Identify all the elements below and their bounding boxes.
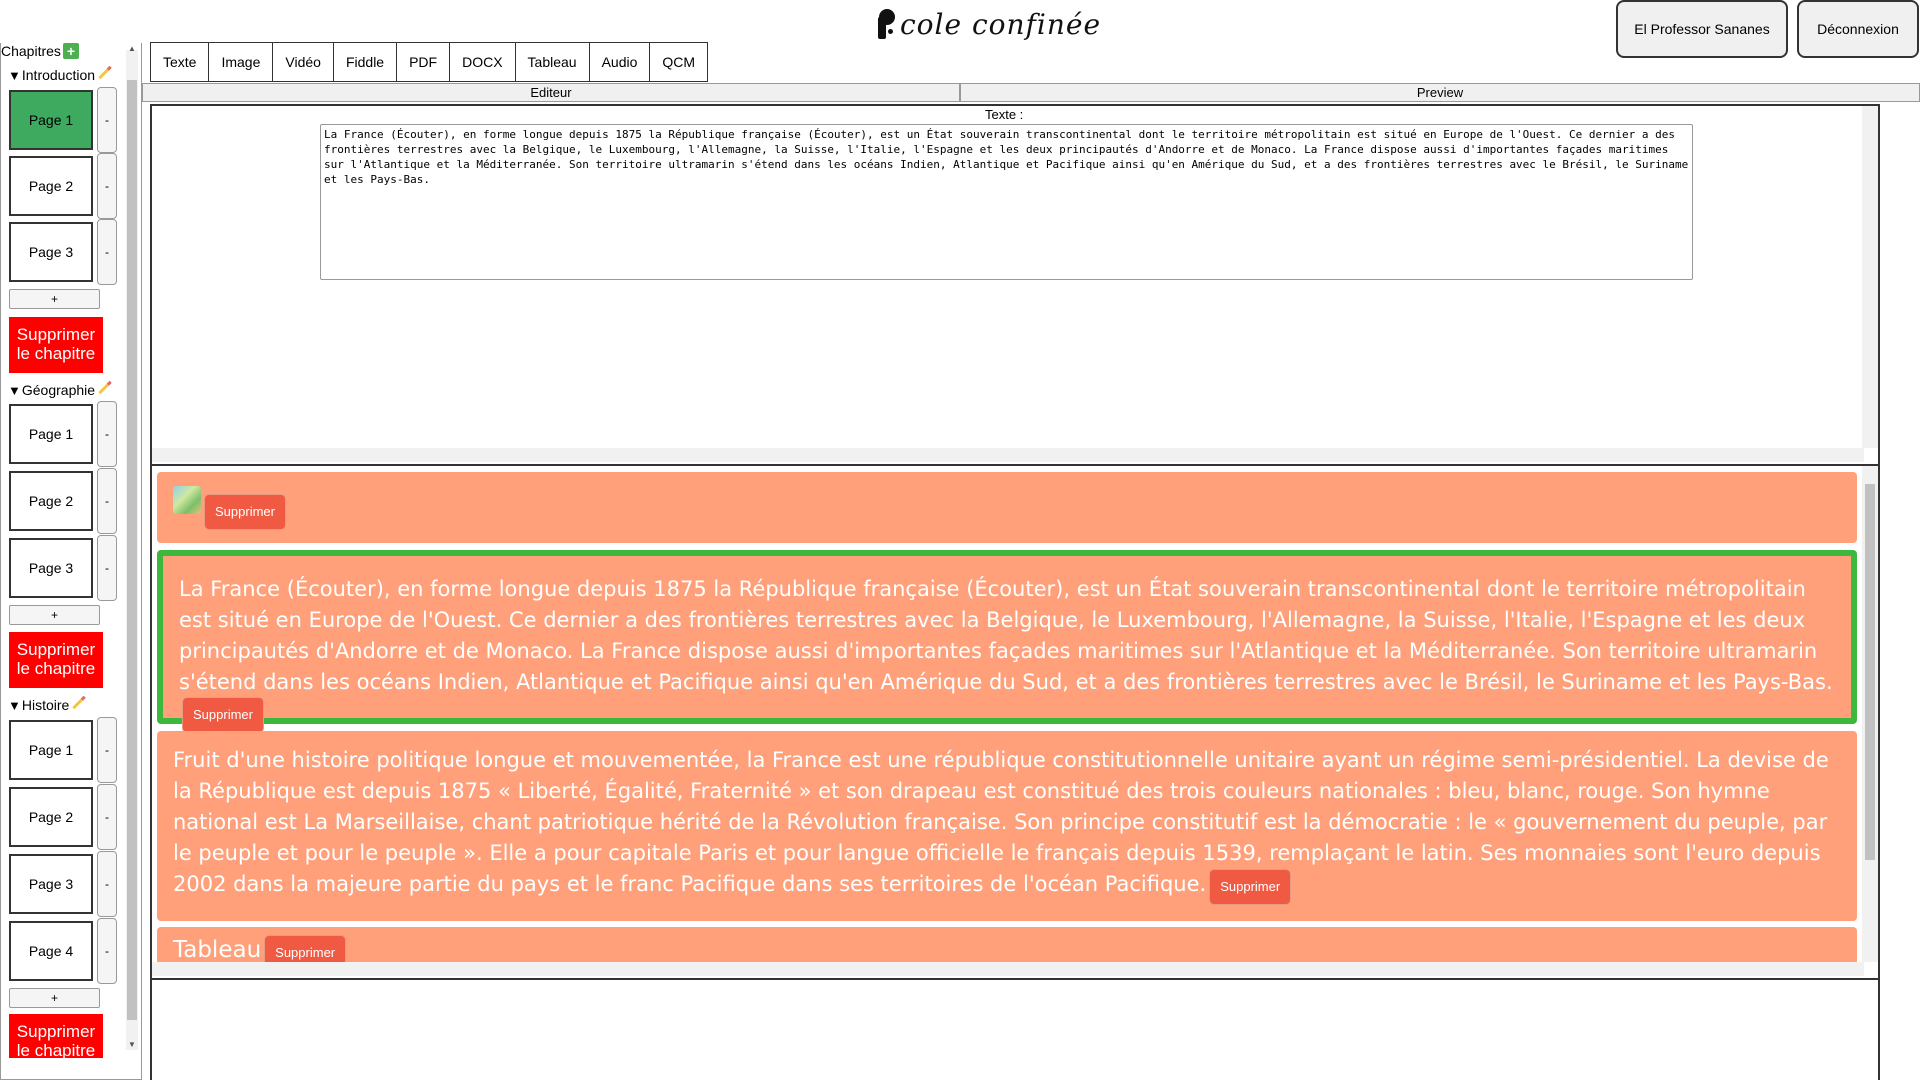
tab-preview[interactable]: Preview xyxy=(960,83,1920,102)
chapter-name: Introduction xyxy=(21,67,96,83)
delete-block-button[interactable]: Supprimer xyxy=(1210,869,1291,904)
scroll-down-arrow-icon[interactable]: ▼ xyxy=(128,1040,136,1049)
editor-vertical-scrollbar[interactable] xyxy=(1862,106,1878,448)
page-button[interactable]: Page 1 xyxy=(9,404,93,464)
content-type-toolbar: Texte Image Vidéo Fiddle PDF DOCX Tablea… xyxy=(150,42,709,82)
scroll-up-arrow-icon[interactable]: ▲ xyxy=(128,44,136,53)
collapse-triangle-icon[interactable]: ▼ xyxy=(8,383,21,398)
remove-page-button[interactable]: - xyxy=(97,784,117,850)
page-button[interactable]: Page 3 xyxy=(9,222,93,282)
tab-editeur[interactable]: Editeur xyxy=(142,83,960,102)
chapter-title-introduction[interactable]: ▼ Introduction xyxy=(8,65,113,83)
user-profile-button[interactable]: El Professor Sananes xyxy=(1616,0,1788,58)
text-block-content: La France (Écouter), en forme longue dep… xyxy=(179,577,1833,694)
add-image-button[interactable]: Image xyxy=(209,43,274,81)
add-texte-button[interactable]: Texte xyxy=(151,43,210,81)
text-block[interactable]: Fruit d'une histoire politique longue et… xyxy=(157,731,1857,921)
page-button[interactable]: Page 4 xyxy=(9,921,93,981)
edit-pencil-icon[interactable] xyxy=(98,65,112,79)
text-block-content: Fruit d'une histoire politique longue et… xyxy=(173,748,1829,896)
add-audio-button[interactable]: Audio xyxy=(589,43,651,81)
chapter-title-geographie[interactable]: ▼ Géographie xyxy=(8,380,113,398)
divider xyxy=(150,980,152,1080)
add-page-button[interactable]: + xyxy=(9,289,100,309)
add-qcm-button[interactable]: QCM xyxy=(650,43,708,81)
editor-horizontal-scrollbar[interactable] xyxy=(152,448,1864,462)
add-docx-button[interactable]: DOCX xyxy=(450,43,516,81)
delete-chapter-button[interactable]: Supprimer le chapitre xyxy=(9,317,103,373)
delete-block-button[interactable]: Supprimer xyxy=(183,698,263,732)
logout-button[interactable]: Déconnexion xyxy=(1797,0,1919,58)
tableau-block-title: Tableau xyxy=(173,937,262,963)
texte-label: Texte : xyxy=(985,107,1024,122)
remove-page-button[interactable]: - xyxy=(97,851,117,917)
chapter-name: Histoire xyxy=(21,697,70,713)
edit-pencil-icon[interactable] xyxy=(98,380,112,394)
remove-page-button[interactable]: - xyxy=(97,401,117,467)
add-chapter-button[interactable]: + xyxy=(62,43,79,59)
preview-horizontal-scrollbar[interactable] xyxy=(152,962,1864,976)
remove-page-button[interactable]: - xyxy=(97,153,117,219)
remove-page-button[interactable]: - xyxy=(97,87,117,153)
remove-page-button[interactable]: - xyxy=(97,535,117,601)
delete-block-button[interactable]: Supprimer xyxy=(205,495,285,529)
text-block-selected[interactable]: La France (Écouter), en forme longue dep… xyxy=(157,550,1857,732)
add-page-button[interactable]: + xyxy=(9,988,100,1008)
texte-textarea[interactable] xyxy=(320,124,1693,280)
delete-chapter-button[interactable]: Supprimer le chapitre xyxy=(9,1014,103,1058)
add-pdf-button[interactable]: PDF xyxy=(397,43,451,81)
add-page-button[interactable]: + xyxy=(9,605,100,625)
chapter-title-histoire[interactable]: ▼ Histoire xyxy=(8,695,87,713)
divider xyxy=(1878,980,1880,1080)
edit-pencil-icon[interactable] xyxy=(72,695,87,709)
delete-chapter-button[interactable]: Supprimer le chapitre xyxy=(9,632,103,688)
page-button[interactable]: Page 2 xyxy=(9,156,93,216)
page-button[interactable]: Page 3 xyxy=(9,538,93,598)
page-button[interactable]: Page 3 xyxy=(9,854,93,914)
lightbulb-icon xyxy=(876,7,898,41)
collapse-triangle-icon[interactable]: ▼ xyxy=(8,68,21,83)
image-block[interactable]: Supprimer xyxy=(157,472,1857,543)
chapter-name: Géographie xyxy=(21,382,96,398)
page-button[interactable]: Page 2 xyxy=(9,471,93,531)
chapters-header: Chapitres + xyxy=(1,43,79,59)
page-button[interactable]: Page 1 xyxy=(9,720,93,780)
remove-page-button[interactable]: - xyxy=(97,468,117,534)
image-thumbnail xyxy=(173,486,201,514)
add-video-button[interactable]: Vidéo xyxy=(273,43,334,81)
page-button[interactable]: Page 1 xyxy=(9,90,93,150)
collapse-triangle-icon[interactable]: ▼ xyxy=(8,698,21,713)
preview-scroll-thumb[interactable] xyxy=(1865,484,1875,860)
add-tableau-button[interactable]: Tableau xyxy=(515,43,590,81)
page-button[interactable]: Page 2 xyxy=(9,787,93,847)
chapters-title: Chapitres xyxy=(1,43,61,59)
remove-page-button[interactable]: - xyxy=(97,918,117,984)
app-logo: cole confinée xyxy=(876,2,1101,46)
remove-page-button[interactable]: - xyxy=(97,219,117,285)
sidebar-scroll-thumb[interactable] xyxy=(127,80,137,1020)
logo-text: cole confinée xyxy=(900,7,1102,41)
remove-page-button[interactable]: - xyxy=(97,717,117,783)
tableau-block[interactable]: Tableau Supprimer xyxy=(157,927,1857,967)
add-fiddle-button[interactable]: Fiddle xyxy=(333,43,398,81)
